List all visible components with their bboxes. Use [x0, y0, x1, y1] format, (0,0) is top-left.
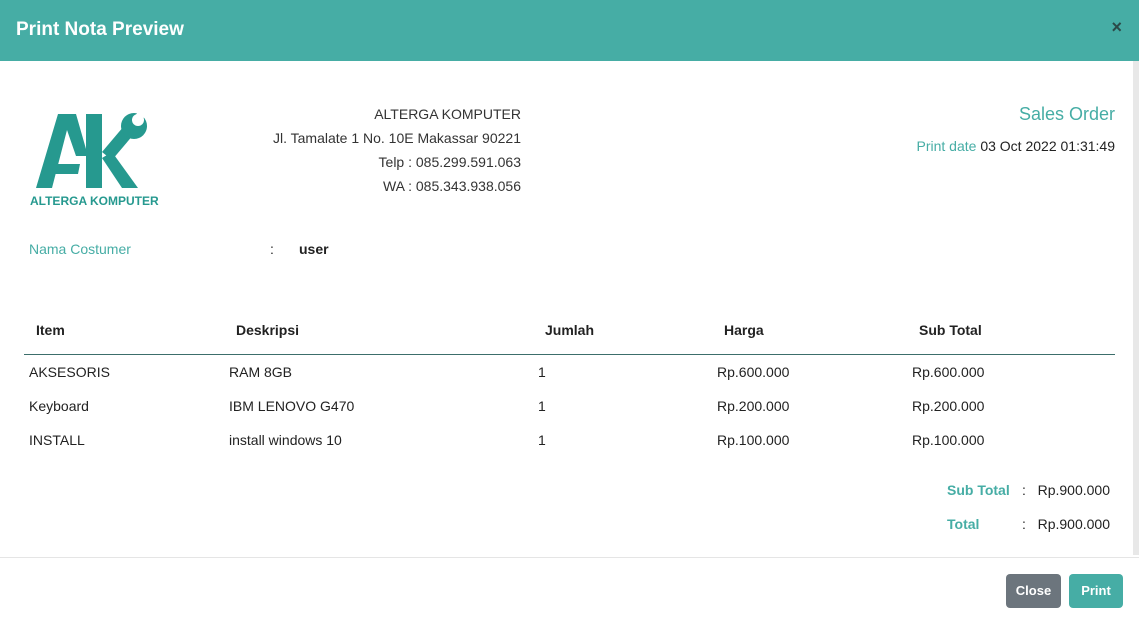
column-header-subtotal: Sub Total: [919, 322, 982, 338]
customer-label: Nama Costumer: [29, 241, 131, 257]
subtotal-value: Rp.900.000: [1037, 482, 1110, 498]
print-button[interactable]: Print: [1069, 574, 1123, 608]
company-address: Jl. Tamalate 1 No. 10E Makassar 90221: [273, 130, 521, 146]
document-title: Sales Order: [1018, 104, 1115, 124]
total-value: Rp.900.000: [1037, 516, 1110, 532]
customer-colon: :: [270, 241, 274, 257]
customer-name: user: [299, 241, 329, 257]
print-date-value: 03 Oct 2022 01:31:49: [980, 138, 1115, 154]
close-button[interactable]: Close: [1006, 574, 1061, 608]
table-row: Keyboard IBM LENOVO G470 1 Rp.200.000 Rp…: [0, 398, 1139, 432]
table-row: INSTALL install windows 10 1 Rp.100.000 …: [0, 432, 1139, 466]
close-icon[interactable]: ×: [1111, 17, 1122, 37]
company-wa: WA : 085.343.938.056: [382, 178, 521, 194]
table-row: AKSESORIS RAM 8GB 1 Rp.600.000 Rp.600.00…: [0, 364, 1139, 398]
cell-jumlah: 1: [538, 364, 546, 380]
cell-item: Keyboard: [29, 398, 89, 414]
modal-header: Print Nota Preview ×: [0, 0, 1139, 61]
scrollbar[interactable]: [1133, 61, 1139, 555]
cell-subtotal: Rp.200.000: [912, 398, 985, 414]
cell-deskripsi: IBM LENOVO G470: [229, 398, 355, 414]
cell-harga: Rp.200.000: [717, 398, 790, 414]
column-header-harga: Harga: [724, 322, 764, 338]
print-date-label: Print date: [916, 138, 977, 154]
modal-footer-divider: [0, 557, 1139, 558]
cell-subtotal: Rp.100.000: [912, 432, 985, 448]
cell-deskripsi: install windows 10: [229, 432, 342, 448]
company-name: ALTERGA KOMPUTER: [374, 106, 521, 122]
modal-title: Print Nota Preview: [16, 19, 184, 40]
print-date: Print date 03 Oct 2022 01:31:49: [917, 138, 1116, 154]
company-phone: Telp : 085.299.591.063: [378, 154, 521, 170]
cell-subtotal: Rp.600.000: [912, 364, 985, 380]
column-header-jumlah: Jumlah: [545, 322, 595, 338]
column-header-item: Item: [36, 322, 65, 338]
column-header-deskripsi: Deskripsi: [236, 322, 300, 338]
cell-item: AKSESORIS: [29, 364, 110, 380]
cell-deskripsi: RAM 8GB: [229, 364, 293, 380]
table-header-divider: [24, 354, 1115, 355]
logo-wordmark: ALTERGA KOMPUTER: [30, 194, 159, 208]
cell-harga: Rp.100.000: [717, 432, 790, 448]
cell-harga: Rp.600.000: [717, 364, 790, 380]
cell-item: INSTALL: [29, 432, 85, 448]
total-label: Total: [947, 516, 980, 532]
cell-jumlah: 1: [538, 398, 546, 414]
cell-jumlah: 1: [538, 432, 546, 448]
company-logo: ALTERGA KOMPUTER: [28, 108, 170, 208]
